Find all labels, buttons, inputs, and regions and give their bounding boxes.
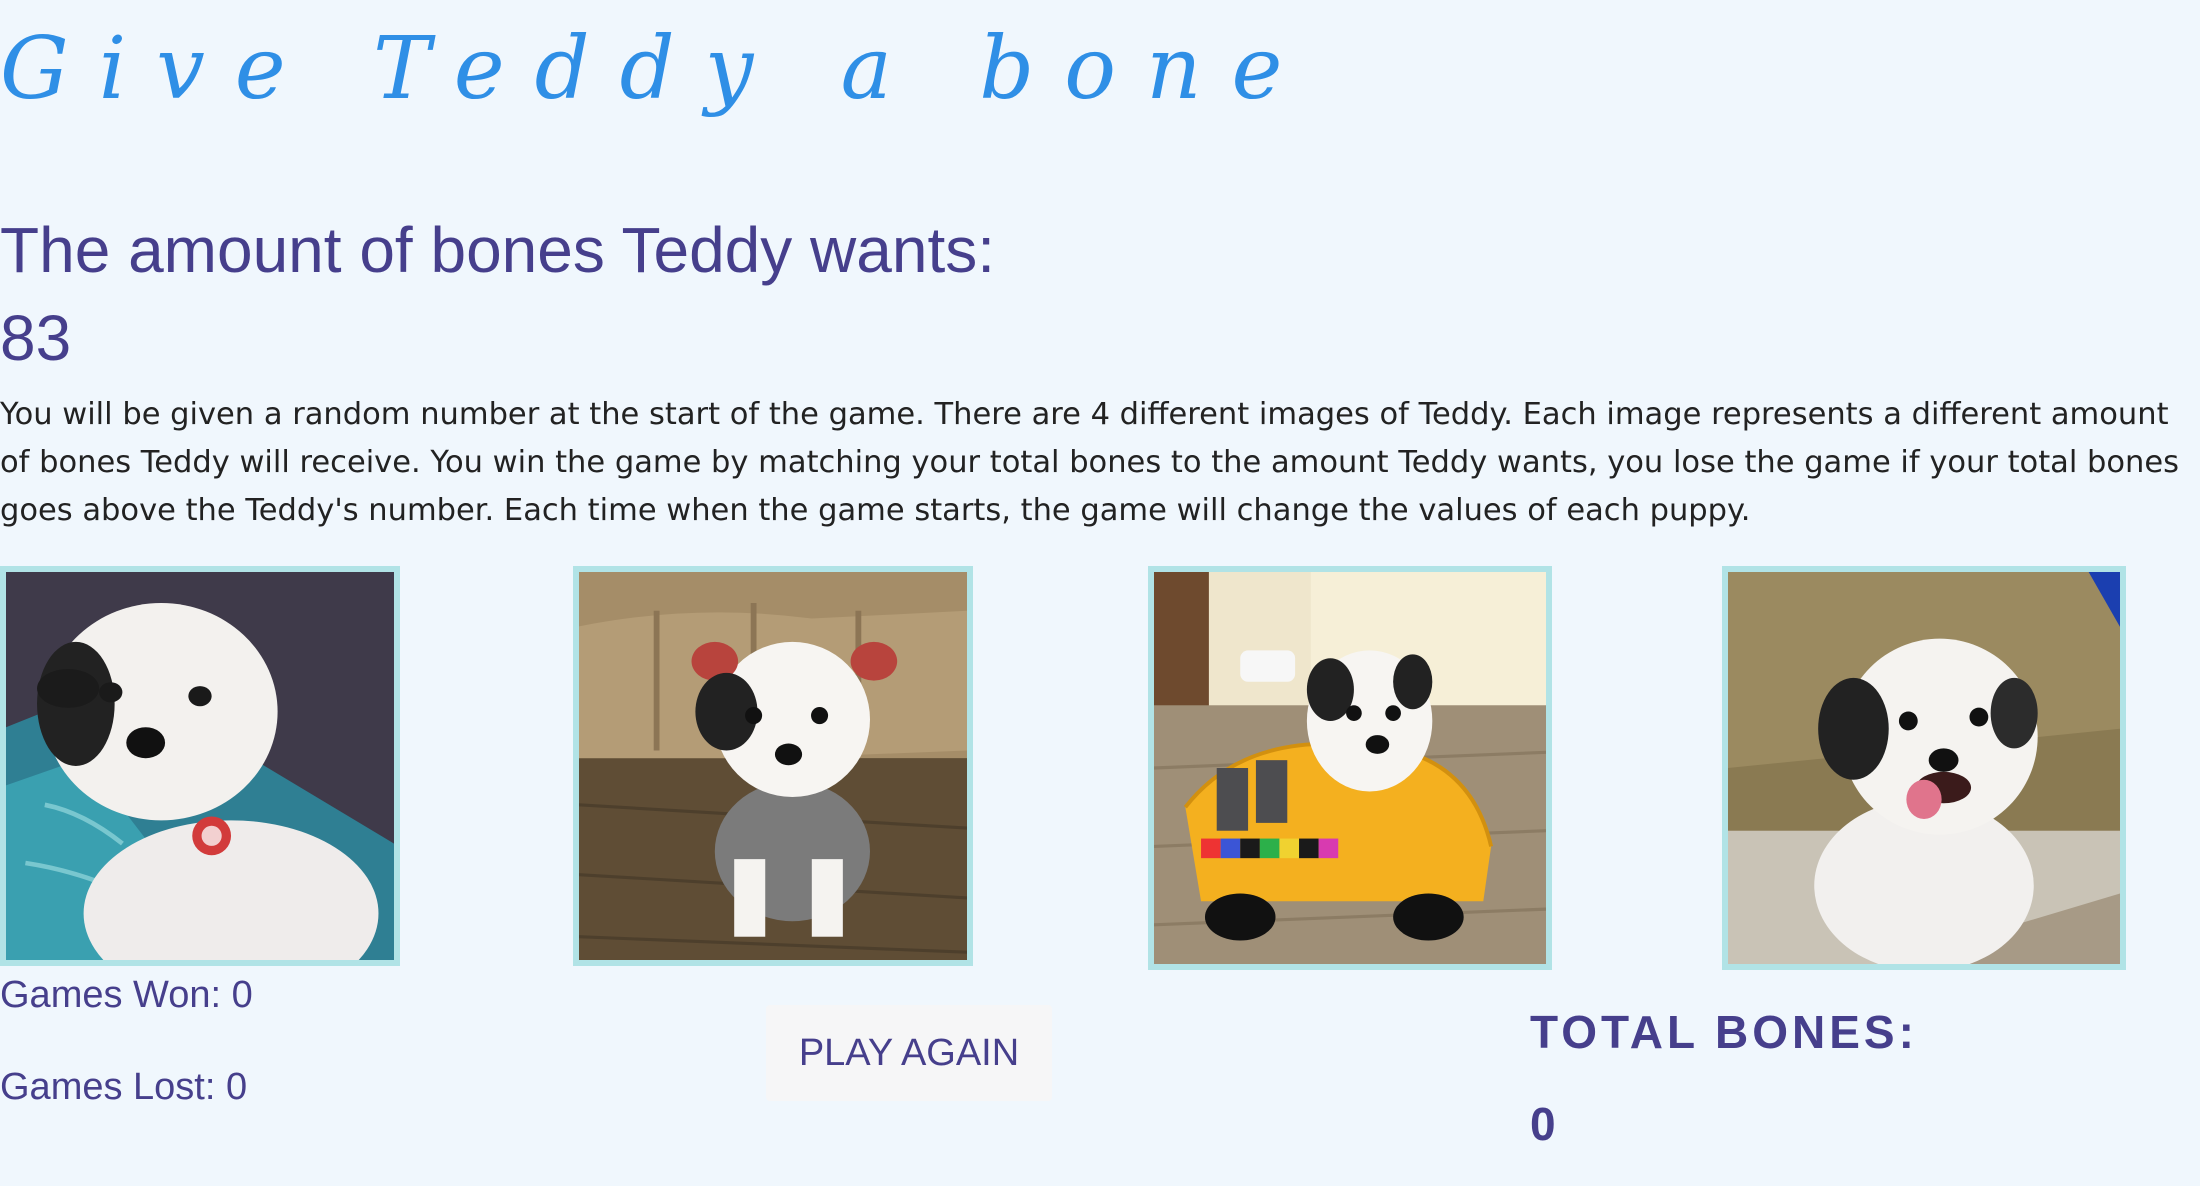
- games-won-counter: Games Won: 0: [0, 974, 253, 1016]
- games-lost-counter: Games Lost: 0: [0, 1066, 248, 1108]
- target-bones-value: 83: [0, 302, 72, 374]
- play-again-button[interactable]: PLAY AGAIN: [766, 1005, 1052, 1101]
- target-bones-heading: The amount of bones Teddy wants:: [0, 214, 995, 286]
- puppy-image-4[interactable]: [1722, 566, 2126, 970]
- puppy-image-3[interactable]: [1148, 566, 1552, 970]
- game-instructions: You will be given a random number at the…: [0, 397, 2180, 528]
- total-bones-label: TOTAL BONES:: [1530, 1006, 1918, 1058]
- puppy-image-1[interactable]: [0, 566, 400, 966]
- page-title: Give Teddy a bone: [0, 19, 1313, 119]
- puppy-image-2[interactable]: [573, 566, 973, 966]
- total-bones-value: 0: [1530, 1098, 1556, 1150]
